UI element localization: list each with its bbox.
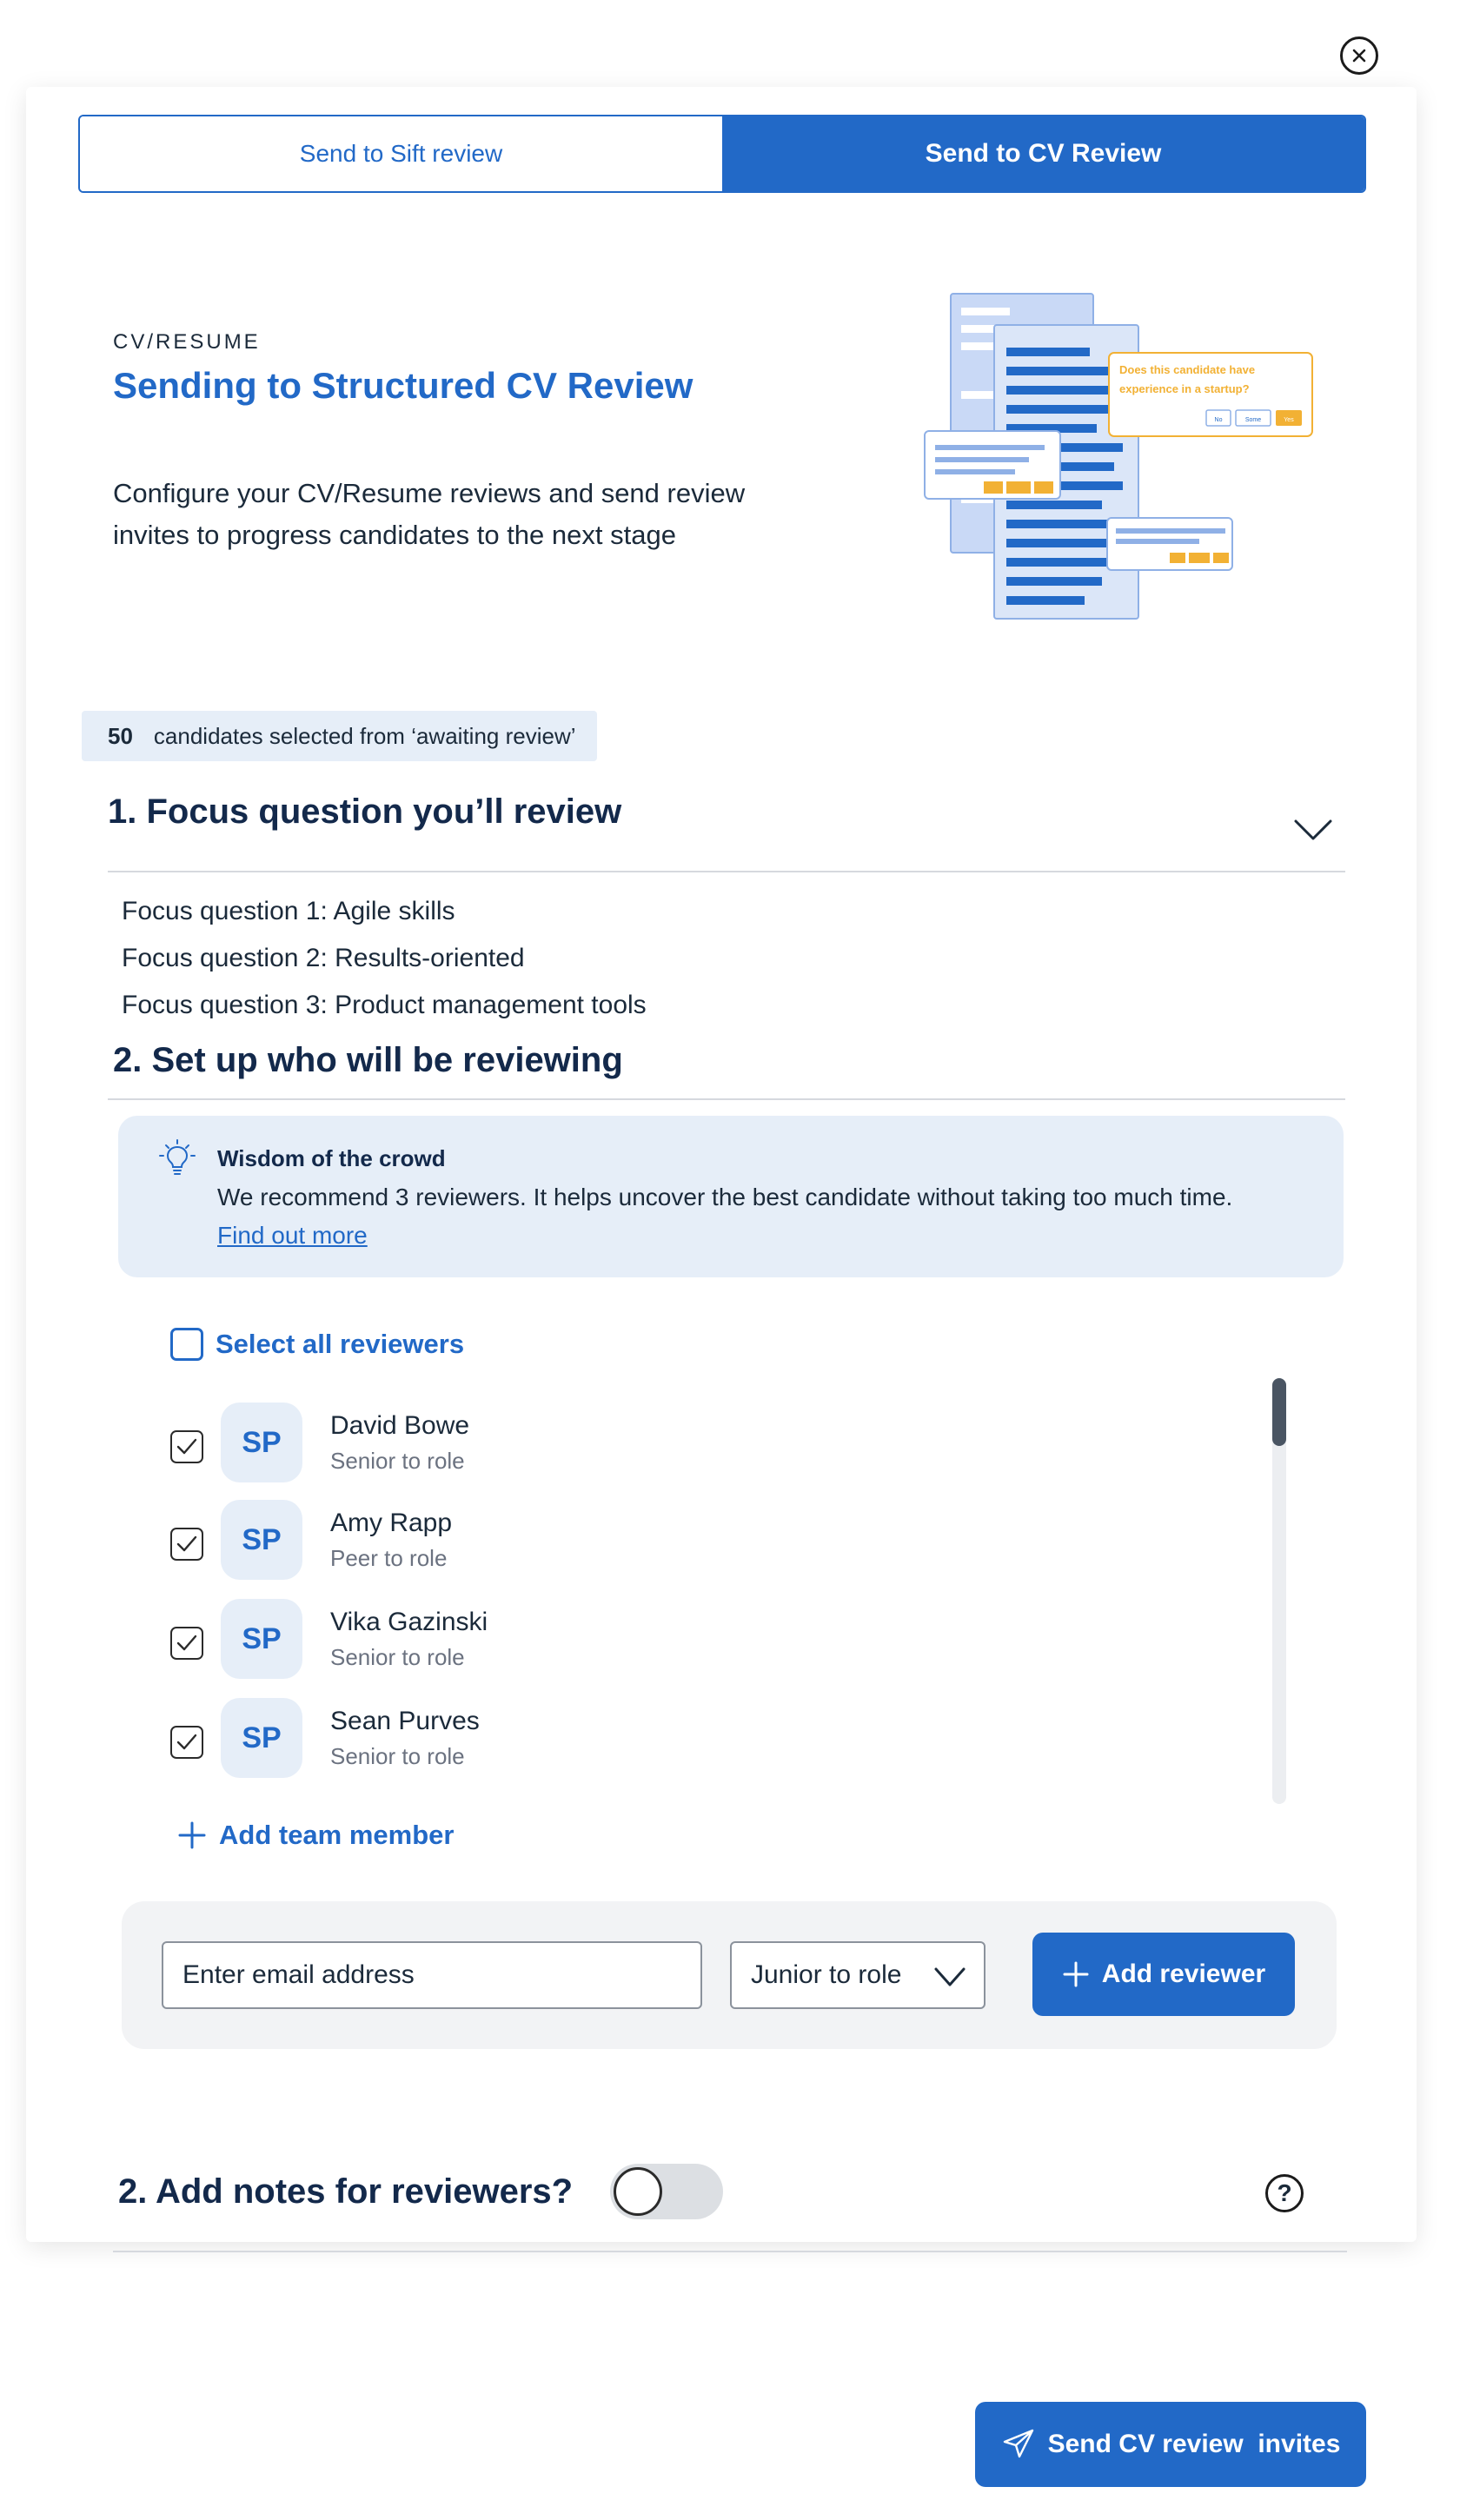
- focus-question-3: Focus question 3: Product management too…: [122, 991, 647, 1019]
- select-all-checkbox[interactable]: [170, 1328, 203, 1361]
- reviewer-row: SP Amy Rapp Peer to role: [170, 1500, 1213, 1580]
- recommendation-tip: Wisdom of the crowd We recommend 3 revie…: [118, 1116, 1344, 1277]
- reviewer-name: Sean Purves: [330, 1707, 480, 1735]
- illustration-option-some: Some: [1245, 417, 1261, 423]
- role-select-value: Junior to role: [751, 1960, 902, 1989]
- selection-text: candidates selected from ‘awaiting revie…: [153, 722, 576, 749]
- illustration-option-no: No: [1215, 417, 1223, 423]
- add-team-member-button[interactable]: Add team member: [177, 1820, 454, 1851]
- page-title: Sending to Structured CV Review: [113, 365, 694, 406]
- notes-toggle[interactable]: [610, 2164, 723, 2219]
- divider: [108, 1098, 1345, 1100]
- checkmark-icon: [176, 1635, 197, 1651]
- reviewing-section-title: 2. Set up who will be reviewing: [113, 1041, 623, 1079]
- reviewer-checkbox[interactable]: [170, 1528, 203, 1561]
- intro-text: Configure your CV/Resume reviews and sen…: [113, 478, 746, 550]
- reviewer-row: SP David Bowe Senior to role: [170, 1403, 1213, 1482]
- close-icon[interactable]: [1340, 36, 1378, 75]
- checkmark-icon: [176, 1438, 197, 1455]
- reviewer-row: SP Sean Purves Senior to role: [170, 1698, 1213, 1778]
- role-select[interactable]: Junior to role: [730, 1941, 986, 2009]
- reviewer-checkbox[interactable]: [170, 1430, 203, 1463]
- reviewer-row: SP Vika Gazinski Senior to role: [170, 1599, 1213, 1679]
- lightbulb-icon: [159, 1139, 196, 1175]
- plus-icon: [178, 1821, 206, 1849]
- reviewer-role: Senior to role: [330, 1743, 465, 1769]
- eyebrow-label: CV/RESUME: [113, 330, 261, 354]
- help-icon[interactable]: ?: [1265, 2174, 1304, 2212]
- divider: [108, 871, 1345, 872]
- avatar: SP: [221, 1500, 302, 1580]
- chevron-down-icon: [934, 1967, 966, 1986]
- add-team-member-label: Add team member: [219, 1820, 455, 1850]
- avatar: SP: [221, 1698, 302, 1778]
- reviewer-role: Senior to role: [330, 1644, 465, 1670]
- add-reviewer-button[interactable]: Add reviewer: [1032, 1933, 1295, 2016]
- selection-count: 50: [108, 722, 133, 749]
- tip-body: We recommend 3 reviewers. It helps uncov…: [217, 1184, 1233, 1210]
- send-cv-review-invites-button[interactable]: Send CV review invites: [975, 2402, 1366, 2487]
- checkmark-icon: [176, 1535, 197, 1552]
- reviewer-name: Amy Rapp: [330, 1509, 453, 1537]
- focus-section-title: 1. Focus question you’ll review: [108, 792, 622, 831]
- cv-review-illustration: Does this candidate have experience in a …: [924, 293, 1313, 620]
- send-button-label: Send CV review invites: [1047, 2430, 1341, 2458]
- tip-title: Wisdom of the crowd: [217, 1145, 446, 1171]
- add-reviewer-form: Junior to role Add reviewer: [122, 1901, 1337, 2049]
- illustration-option-yes: Yes: [1284, 417, 1294, 423]
- reviewer-role: Senior to role: [330, 1448, 465, 1474]
- add-reviewer-label: Add reviewer: [1101, 1960, 1266, 1988]
- select-all-label: Select all reviewers: [216, 1329, 465, 1359]
- checkmark-icon: [176, 1734, 197, 1750]
- selection-count-badge: 50 candidates selected from ‘awaiting re…: [82, 711, 597, 761]
- paper-plane-icon: [1003, 2429, 1033, 2458]
- review-type-tabs: Send to Sift review Send to CV Review: [78, 115, 1366, 193]
- reviewer-name: Vika Gazinski: [330, 1608, 488, 1636]
- avatar: SP: [221, 1599, 302, 1679]
- email-field[interactable]: [162, 1941, 702, 2009]
- reviewer-name: David Bowe: [330, 1411, 470, 1440]
- reviewer-checkbox[interactable]: [170, 1726, 203, 1759]
- reviewer-checkbox[interactable]: [170, 1627, 203, 1660]
- reviewer-role: Peer to role: [330, 1545, 448, 1571]
- scrollbar-thumb[interactable]: [1272, 1378, 1286, 1446]
- divider: [113, 2251, 1347, 2252]
- focus-question-2: Focus question 2: Results-oriented: [122, 944, 525, 972]
- find-out-more-link[interactable]: Find out more: [217, 1222, 368, 1250]
- notes-section-title: 2. Add notes for reviewers?: [118, 2172, 574, 2211]
- avatar: SP: [221, 1403, 302, 1482]
- select-all-reviewers[interactable]: Select all reviewers: [170, 1328, 464, 1361]
- plus-icon: [1063, 1961, 1089, 1987]
- tab-cv-review[interactable]: Send to CV Review: [722, 116, 1364, 191]
- chevron-down-icon[interactable]: [1293, 817, 1333, 843]
- tab-sift-review[interactable]: Send to Sift review: [80, 116, 722, 191]
- toggle-knob: [614, 2167, 662, 2216]
- focus-question-1: Focus question 1: Agile skills: [122, 897, 455, 925]
